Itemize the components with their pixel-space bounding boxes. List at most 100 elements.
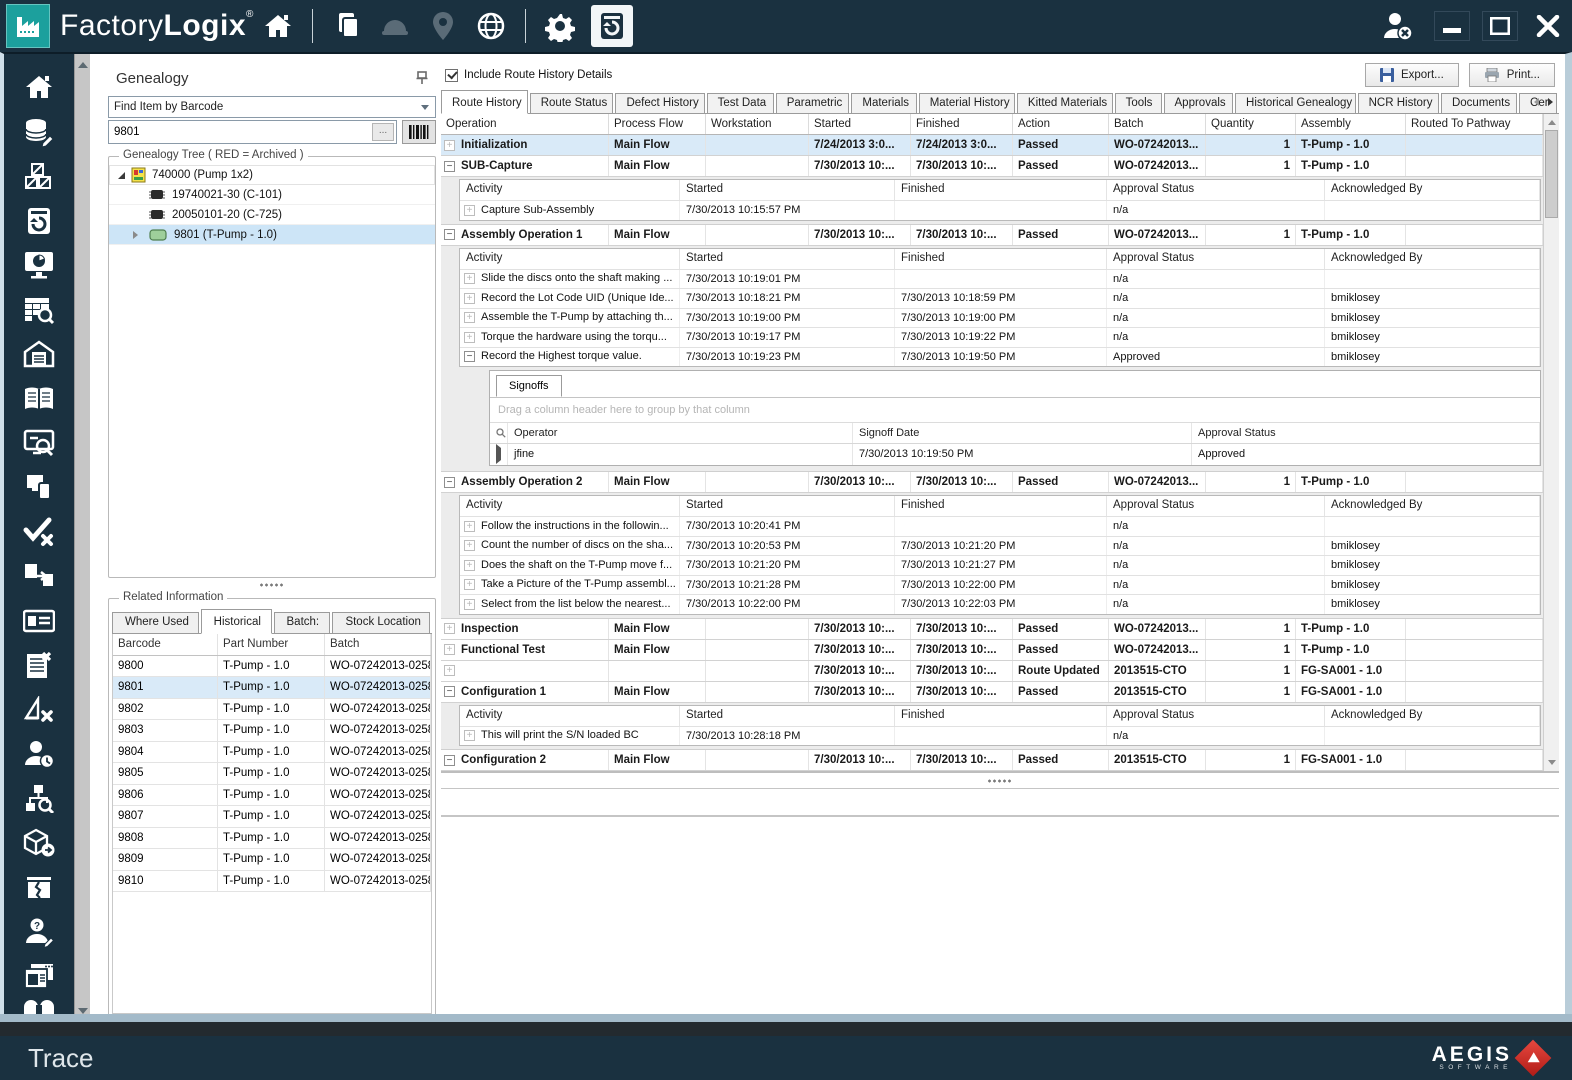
- trace-book-icon[interactable]: [17, 199, 61, 242]
- barcode-input[interactable]: [109, 121, 396, 143]
- panel-splitter[interactable]: [108, 578, 436, 592]
- expand-icon[interactable]: +: [444, 623, 455, 634]
- col-started[interactable]: Started: [809, 114, 911, 134]
- tab-historical[interactable]: Historical: [200, 609, 272, 634]
- col-routed-to-pathway[interactable]: Routed To Pathway: [1406, 114, 1543, 134]
- tab-scroll-right-icon[interactable]: [1543, 95, 1557, 109]
- scroll-down-icon[interactable]: [1548, 760, 1556, 765]
- tab-historical-genealogy[interactable]: Historical Genealogy: [1235, 93, 1356, 113]
- col-action[interactable]: Action: [1013, 114, 1109, 134]
- operation-row[interactable]: − SUB-Capture Main Flow 7/30/2013 10:... 7/…: [441, 156, 1543, 177]
- tab-scroll-left-icon[interactable]: [1529, 95, 1543, 109]
- tab-material-history[interactable]: Material History: [918, 93, 1015, 113]
- col-assembly[interactable]: Assembly: [1296, 114, 1406, 134]
- id-card-icon[interactable]: [17, 599, 61, 642]
- table-search-icon[interactable]: [17, 288, 61, 331]
- tab-materials[interactable]: Materials: [851, 93, 917, 113]
- col-operation[interactable]: Operation: [441, 114, 609, 134]
- tab-route-history[interactable]: Route History: [441, 90, 528, 114]
- activity-row[interactable]: + Record the Lot Code UID (Unique Ide... …: [460, 288, 1540, 308]
- col-quantity[interactable]: Quantity: [1206, 114, 1296, 134]
- operator-question-icon[interactable]: ?: [17, 910, 61, 953]
- operation-row[interactable]: − Configuration 2 Main Flow 7/30/2013 10:.…: [441, 750, 1543, 771]
- dashboard-monitor-icon[interactable]: [17, 244, 61, 287]
- tab-defect-history[interactable]: Defect History: [615, 93, 705, 113]
- operation-row[interactable]: + 7/30/2013 10:... 7/30/2013 10:... Route…: [441, 660, 1543, 682]
- col-part-number[interactable]: Part Number: [218, 634, 325, 655]
- collapse-icon[interactable]: −: [444, 160, 455, 172]
- operation-row[interactable]: − Assembly Operation 2 Main Flow 7/30/2013…: [441, 472, 1543, 493]
- activity-row[interactable]: + Torque the hardware using the torqu... …: [460, 327, 1540, 347]
- col-signoff-date[interactable]: Signoff Date: [853, 423, 1192, 443]
- expand-icon[interactable]: +: [464, 579, 475, 591]
- collapsed-icon[interactable]: [133, 230, 138, 239]
- operation-row[interactable]: − Assembly Operation 1 Main Flow 7/30/2013…: [441, 224, 1543, 246]
- collapse-icon[interactable]: −: [444, 754, 455, 766]
- expand-icon[interactable]: +: [464, 540, 475, 552]
- cube-route-icon[interactable]: [17, 821, 61, 864]
- grid-scrollbar[interactable]: [1543, 114, 1559, 771]
- horizontal-splitter[interactable]: [441, 773, 1559, 788]
- device-copy-icon[interactable]: [17, 466, 61, 509]
- tab-signoffs[interactable]: Signoffs: [496, 375, 562, 397]
- activity-row[interactable]: + Take a Picture of the T-Pump assembl...…: [460, 574, 1540, 594]
- tree-item-component[interactable]: 19740021-30 (C-101): [109, 185, 435, 205]
- barcode-scan-button[interactable]: [402, 120, 436, 144]
- activity-row[interactable]: + This will print the S/N loaded BC 7/30/…: [460, 725, 1540, 745]
- expand-icon[interactable]: +: [464, 312, 475, 324]
- col-batch[interactable]: Batch: [1109, 114, 1206, 134]
- expand-icon[interactable]: +: [464, 331, 475, 343]
- ruler-remove-icon[interactable]: [17, 688, 61, 731]
- export-button[interactable]: Export...: [1364, 63, 1459, 87]
- collapse-icon[interactable]: −: [444, 476, 455, 488]
- tab-kitted-materials[interactable]: Kitted Materials: [1016, 93, 1113, 113]
- warehouse-icon[interactable]: [17, 333, 61, 376]
- expand-icon[interactable]: +: [444, 139, 455, 151]
- operation-row[interactable]: + Inspection Main Flow 7/30/2013 10:... 7/3…: [441, 618, 1543, 640]
- activity-row[interactable]: + Does the shaft on the T-Pump move f... …: [460, 555, 1540, 575]
- expand-icon[interactable]: +: [444, 665, 455, 676]
- user-logout-icon[interactable]: [1381, 9, 1415, 43]
- tree-item-pump[interactable]: 740000 (Pump 1x2): [109, 165, 435, 185]
- documents-icon[interactable]: [330, 9, 364, 43]
- operation-row[interactable]: + Functional Test Main Flow 7/30/2013 10:.…: [441, 639, 1543, 661]
- gear-icon[interactable]: [543, 9, 577, 43]
- workstation-search-icon[interactable]: [17, 422, 61, 465]
- find-mode-select[interactable]: Find Item by Barcode: [108, 96, 436, 118]
- operator-time-icon[interactable]: [17, 733, 61, 776]
- location-pin-icon[interactable]: [426, 9, 460, 43]
- expanded-icon[interactable]: [118, 171, 125, 179]
- collapse-icon[interactable]: −: [444, 229, 455, 240]
- expand-icon[interactable]: +: [464, 520, 475, 532]
- trace-icon[interactable]: [590, 5, 633, 47]
- table-row[interactable]: 9810 T-Pump - 1.0 WO-07242013-0258: [113, 870, 431, 892]
- expand-icon[interactable]: +: [444, 644, 455, 655]
- tab-approvals[interactable]: Approvals: [1163, 93, 1234, 113]
- tab-tools[interactable]: Tools: [1114, 93, 1162, 113]
- table-row-selected[interactable]: 9801 T-Pump - 1.0 WO-07242013-0258: [113, 677, 431, 699]
- collapse-icon[interactable]: −: [464, 351, 475, 363]
- minimize-button[interactable]: [1434, 11, 1470, 41]
- maximize-button[interactable]: [1482, 11, 1518, 41]
- activity-row[interactable]: + Slide the discs onto the shaft making .…: [460, 268, 1540, 288]
- col-finished[interactable]: Finished: [911, 114, 1013, 134]
- row-expander-icon[interactable]: [496, 444, 501, 464]
- col-operator[interactable]: Operator: [508, 423, 853, 443]
- col-approval-status[interactable]: Approval Status: [1192, 423, 1540, 443]
- tree-item-tpump-selected[interactable]: 9801 (T-Pump - 1.0): [109, 225, 435, 245]
- pin-icon[interactable]: [416, 71, 428, 85]
- scroll-thumb[interactable]: [1545, 130, 1558, 218]
- material-blocks-icon[interactable]: [17, 155, 61, 198]
- table-row[interactable]: 9802 T-Pump - 1.0 WO-07242013-0258: [113, 698, 431, 720]
- activity-row[interactable]: − Record the Highest torque value. 7/30/2…: [460, 346, 1540, 366]
- sidebar-scrollbar[interactable]: [74, 54, 90, 1022]
- col-workstation[interactable]: Workstation: [706, 114, 809, 134]
- activity-row[interactable]: + Capture Sub-Assembly 7/30/2013 10:15:57…: [460, 200, 1540, 220]
- expand-icon[interactable]: +: [464, 273, 475, 285]
- browse-button[interactable]: ...: [372, 123, 394, 141]
- tab-ncr-history[interactable]: NCR History: [1357, 93, 1439, 113]
- expand-icon[interactable]: +: [464, 559, 475, 571]
- table-row[interactable]: 9806 T-Pump - 1.0 WO-07242013-0258: [113, 784, 431, 806]
- col-barcode[interactable]: Barcode: [113, 634, 218, 655]
- damaged-box-icon[interactable]: [17, 866, 61, 909]
